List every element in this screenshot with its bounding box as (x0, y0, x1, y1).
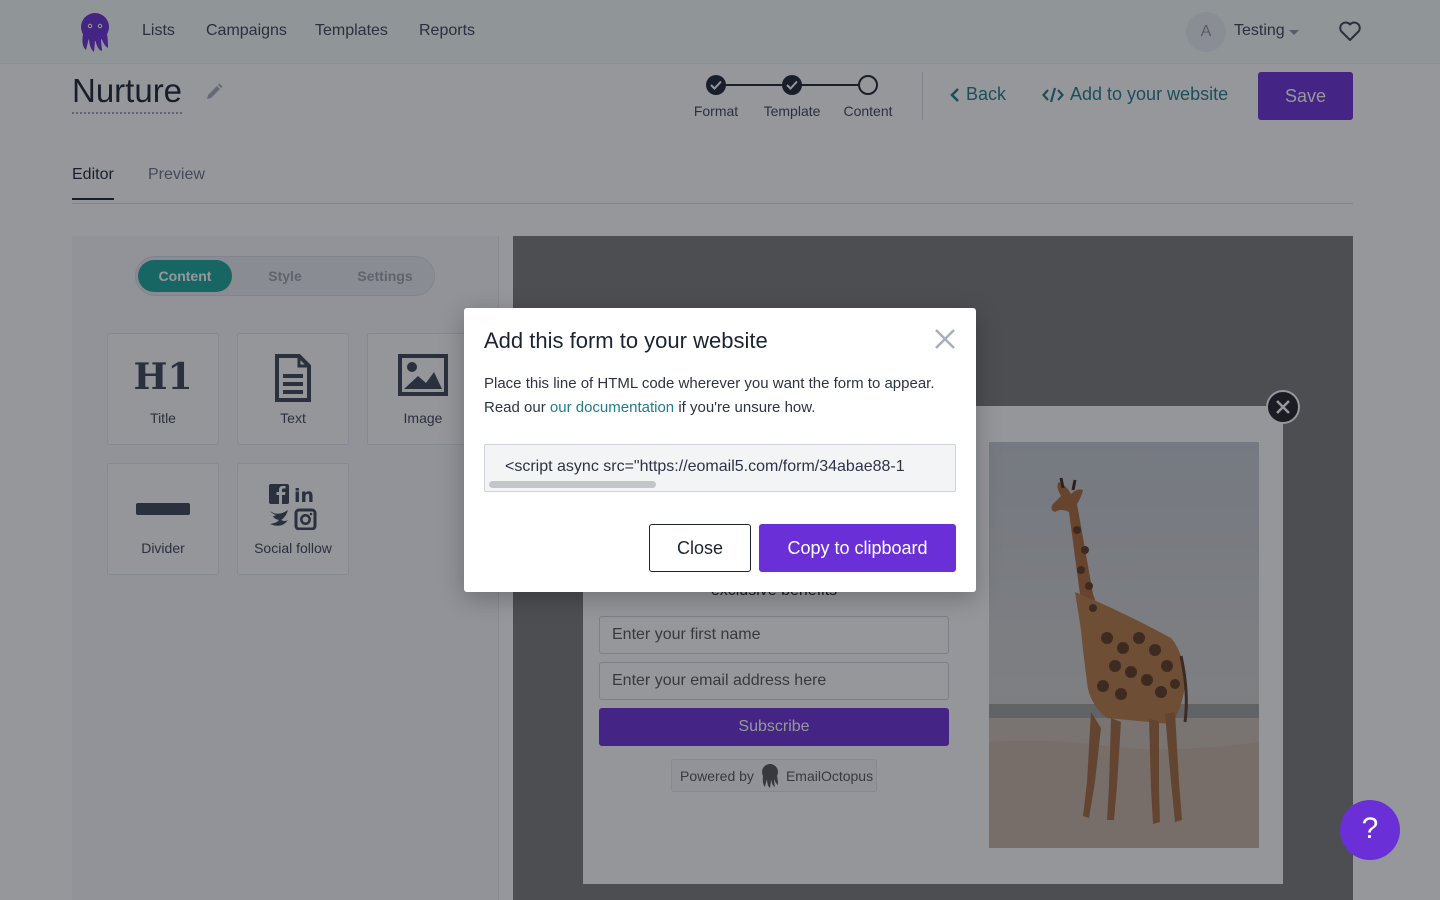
close-icon[interactable] (934, 328, 956, 350)
embed-code-field[interactable]: <script async src="https://eomail5.com/f… (484, 444, 956, 492)
embed-code: <script async src="https://eomail5.com/f… (505, 458, 905, 475)
modal-instruction: Place this line of HTML code wherever yo… (484, 375, 935, 392)
documentation-link[interactable]: our documentation (550, 399, 674, 416)
modal-description: Place this line of HTML code wherever yo… (484, 372, 959, 420)
embed-modal: Add this form to your website Place this… (464, 308, 976, 592)
close-button[interactable]: Close (649, 524, 751, 572)
help-button[interactable]: ? (1340, 800, 1400, 860)
read-text: Read our (484, 399, 546, 416)
modal-title: Add this form to your website (484, 328, 768, 353)
modal-help-line: Read our our documentation if you're uns… (484, 396, 959, 420)
unsure-text: if you're unsure how. (678, 399, 816, 416)
horizontal-scrollbar[interactable] (489, 481, 656, 488)
copy-to-clipboard-button[interactable]: Copy to clipboard (759, 524, 956, 572)
